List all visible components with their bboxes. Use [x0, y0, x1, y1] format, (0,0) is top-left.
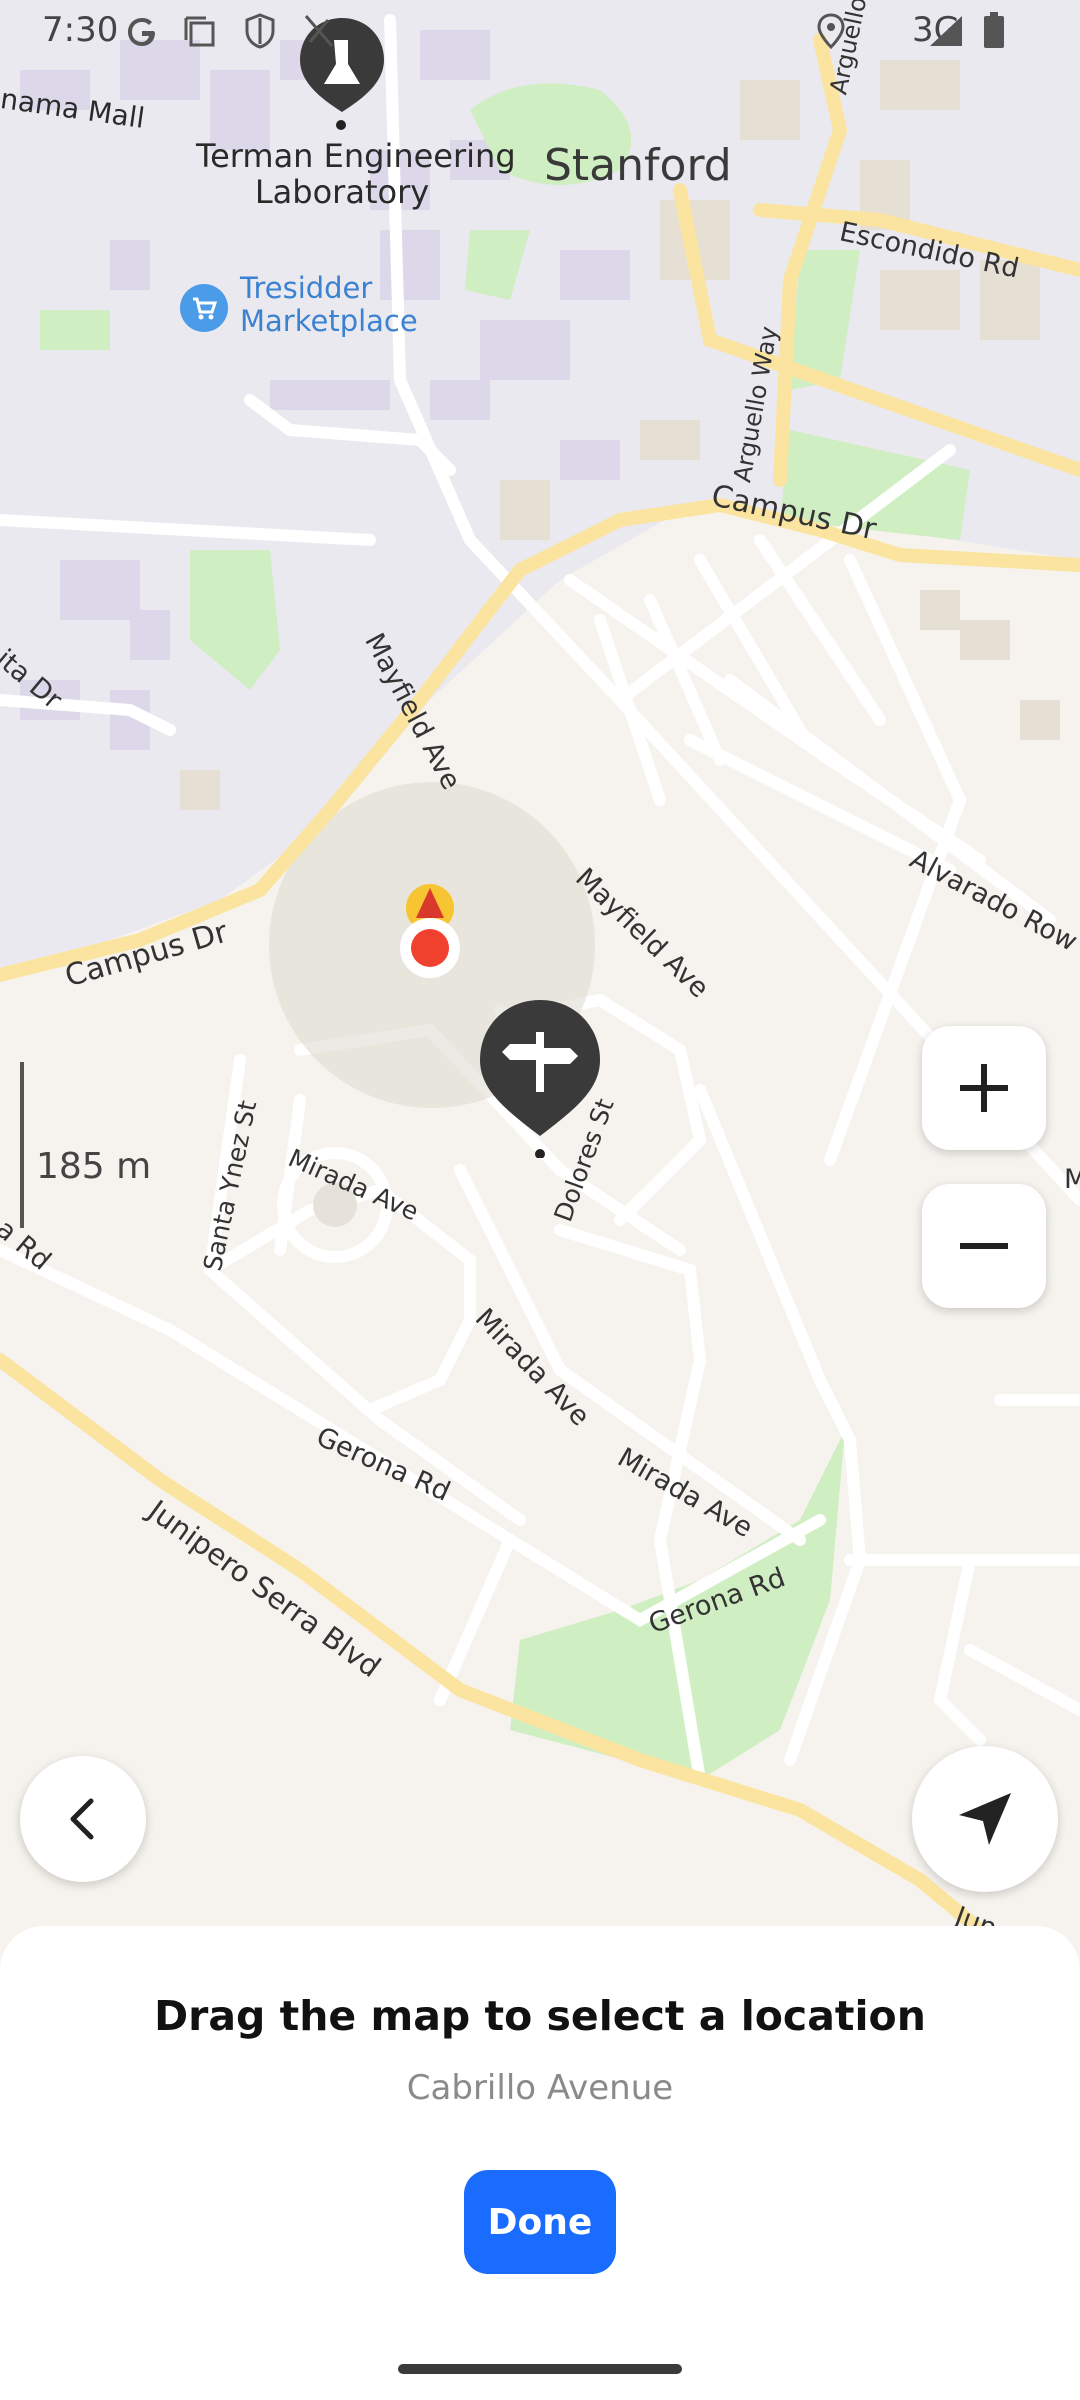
scale-bar	[20, 1062, 24, 1228]
poi-terman-line1: Terman Engineering	[196, 137, 516, 175]
location-picker-sheet: Drag the map to select a location Cabril…	[0, 1926, 1080, 2400]
done-button[interactable]: Done	[464, 2170, 616, 2274]
shopping-cart-icon[interactable]	[180, 284, 228, 332]
poi-terman-laboratory[interactable]: Terman Engineering Laboratory	[196, 137, 516, 211]
zoom-in-button[interactable]	[922, 1026, 1046, 1150]
screenshot-icon	[184, 16, 215, 47]
home-indicator[interactable]	[398, 2364, 682, 2374]
poi-tresidder-marketplace[interactable]: Tresidder Marketplace	[240, 272, 418, 338]
sheet-title: Drag the map to select a location	[154, 1992, 926, 2040]
signpost-pin-icon[interactable]	[478, 998, 602, 1158]
laboratory-pin-dot	[336, 120, 346, 130]
battery-icon	[984, 12, 1004, 48]
google-icon	[128, 18, 155, 46]
poi-terman-line2: Laboratory	[254, 173, 430, 211]
plus-icon	[960, 1064, 1008, 1112]
selected-address: Cabrillo Avenue	[406, 2068, 674, 2108]
zoom-out-button[interactable]	[922, 1184, 1046, 1308]
user-location-icon	[400, 884, 460, 978]
poi-stanford[interactable]: Stanford	[544, 140, 732, 191]
scale-label: 185 m	[36, 1146, 152, 1187]
location-icon	[817, 13, 845, 50]
poi-tresidder-line1: Tresidder	[240, 271, 373, 305]
signal-icon	[930, 16, 962, 46]
chevron-left-icon	[70, 1798, 94, 1840]
map-canvas[interactable]: nama Mall Terman Engineering Laboratory …	[0, 0, 1080, 1930]
status-time: 7:30	[42, 10, 119, 50]
back-button[interactable]	[20, 1756, 146, 1882]
poi-tresidder-line2: Marketplace	[240, 304, 418, 338]
no-sim-icon	[304, 15, 334, 47]
status-bar: 7:30 3G	[0, 0, 1080, 64]
locate-me-button[interactable]	[912, 1746, 1058, 1892]
street-partial-m: M	[1064, 1164, 1080, 1195]
navigation-arrow-icon	[959, 1793, 1011, 1845]
shield-icon	[245, 13, 275, 49]
minus-icon	[960, 1243, 1008, 1249]
